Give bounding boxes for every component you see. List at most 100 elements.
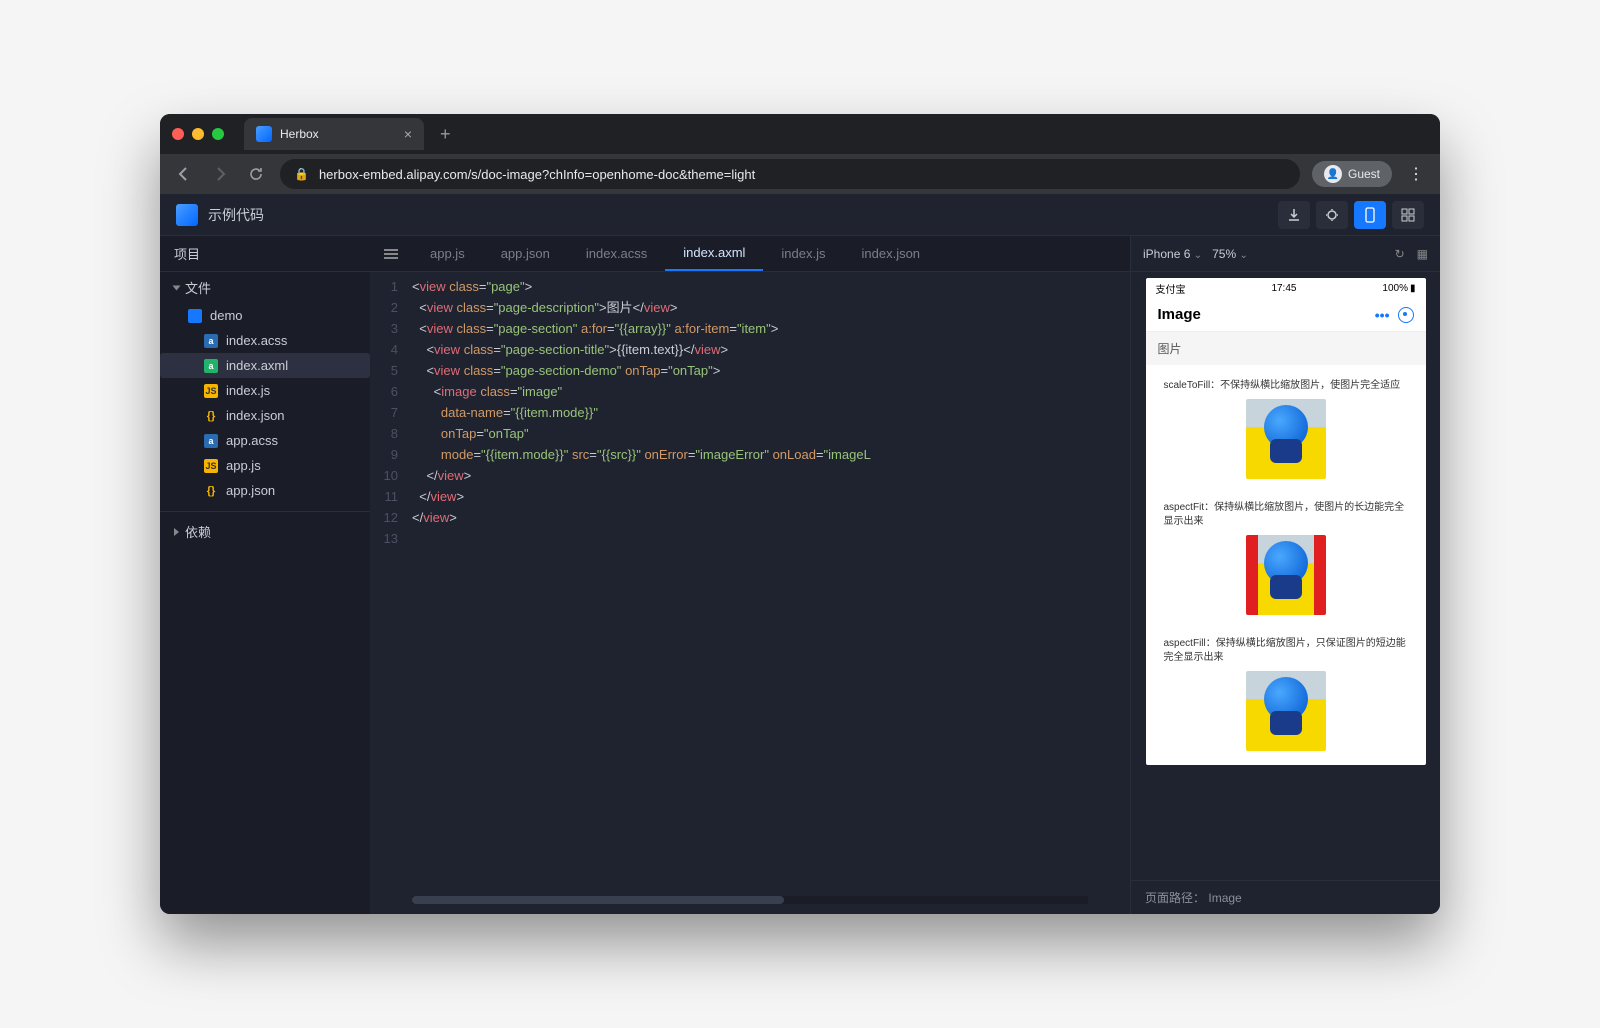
browser-toolbar: 🔒 herbox-embed.alipay.com/s/doc-image?ch… [160, 154, 1440, 194]
sample-image [1246, 399, 1326, 479]
axml-icon: a [204, 359, 218, 373]
caret-right-icon [174, 528, 179, 536]
file-name: index.js [226, 383, 270, 398]
json-icon: {} [204, 484, 218, 498]
tab-index-axml[interactable]: index.axml [665, 236, 763, 271]
battery-label: 100% [1382, 283, 1408, 294]
file-name: index.acss [226, 333, 287, 348]
file-name: index.json [226, 408, 285, 423]
phone-subtitle: 图片 [1146, 332, 1426, 365]
profile-button[interactable]: 👤 Guest [1312, 161, 1392, 187]
zoom-label: 75% [1212, 247, 1236, 261]
deps-label: 依赖 [185, 522, 211, 541]
folder-demo[interactable]: demo [160, 303, 370, 328]
qr-code-button[interactable] [1392, 201, 1424, 229]
tab-index-acss[interactable]: index.acss [568, 236, 665, 271]
caret-down-icon [173, 285, 181, 290]
js-icon: JS [204, 384, 218, 398]
time-label: 17:45 [1186, 283, 1383, 294]
js-icon: JS [204, 459, 218, 473]
files-section-toggle[interactable]: 文件 [160, 272, 370, 303]
close-tab-icon[interactable]: × [404, 126, 412, 142]
zoom-selector[interactable]: 75% ⌄ [1212, 247, 1248, 261]
window-controls [172, 128, 224, 140]
file-name: app.json [226, 483, 275, 498]
preview-toolbar: iPhone 6 ⌄ 75% ⌄ ↻ ▦ [1131, 236, 1440, 272]
theme-toggle-button[interactable] [1316, 201, 1348, 229]
code-editor[interactable]: 1<view class="page"> 2 <view class="page… [370, 272, 1130, 896]
device-selector[interactable]: iPhone 6 ⌄ [1143, 247, 1202, 261]
more-icon[interactable]: ••• [1375, 307, 1398, 323]
maximize-window-button[interactable] [212, 128, 224, 140]
main-area: 项目 文件 demo aindex.acss aindex.axml JSind… [160, 236, 1440, 914]
battery-icon: ▮ [1410, 283, 1416, 294]
preview-panel: iPhone 6 ⌄ 75% ⌄ ↻ ▦ 支付宝 17:45 100% ▮ Im… [1130, 236, 1440, 914]
footer-label: 页面路径： [1145, 891, 1205, 905]
download-button[interactable] [1278, 201, 1310, 229]
tab-index-js[interactable]: index.js [763, 236, 843, 271]
file-app-js[interactable]: JS app.js [160, 453, 370, 478]
image-card-scaletofill: scaleToFill：不保持纵横比缩放图片，使图片完全适应 [1156, 371, 1416, 487]
close-window-button[interactable] [172, 128, 184, 140]
file-name: index.axml [226, 358, 288, 373]
browser-tab[interactable]: Herbox × [244, 118, 424, 150]
refresh-preview-icon[interactable]: ↻ [1395, 247, 1405, 261]
forward-button[interactable] [208, 162, 232, 186]
file-app-acss[interactable]: a app.acss [160, 428, 370, 453]
file-index-js[interactable]: JS index.js [160, 378, 370, 403]
json-icon: {} [204, 409, 218, 423]
chevron-down-icon: ⌄ [1194, 250, 1202, 261]
file-name: app.acss [226, 433, 278, 448]
sample-image [1246, 535, 1326, 615]
deps-section-toggle[interactable]: 依赖 [160, 511, 370, 547]
chevron-down-icon: ⌄ [1239, 250, 1247, 261]
target-icon[interactable] [1398, 307, 1414, 323]
phone-title-bar: Image ••• [1146, 298, 1426, 332]
editor-menu-icon[interactable] [370, 247, 412, 261]
phone-page-title: Image [1158, 306, 1201, 323]
editor-tabs: app.js app.json index.acss index.axml in… [370, 236, 1130, 272]
file-app-json[interactable]: {} app.json [160, 478, 370, 503]
sample-image [1246, 671, 1326, 751]
acss-icon: a [204, 434, 218, 448]
editor-area: app.js app.json index.acss index.axml in… [370, 236, 1130, 914]
favicon-icon [256, 126, 272, 142]
browser-tab-strip: Herbox × + [160, 114, 1440, 154]
card-title: aspectFill：保持纵横比缩放图片，只保证图片的短边能完全显示出来 [1164, 637, 1408, 665]
horizontal-scrollbar[interactable] [370, 896, 1130, 914]
avatar-icon: 👤 [1324, 165, 1342, 183]
sidebar: 项目 文件 demo aindex.acss aindex.axml JSind… [160, 236, 370, 914]
phone-status-bar: 支付宝 17:45 100% ▮ [1146, 278, 1426, 298]
image-card-aspectfit: aspectFit：保持纵横比缩放图片，使图片的长边能完全显示出来 [1156, 493, 1416, 623]
browser-menu-button[interactable]: ⋮ [1404, 160, 1428, 188]
app-header: 示例代码 [160, 194, 1440, 236]
card-title: aspectFit：保持纵横比缩放图片，使图片的长边能完全显示出来 [1164, 501, 1408, 529]
tab-title: Herbox [280, 127, 319, 141]
browser-window: Herbox × + 🔒 herbox-embed.alipay.com/s/d… [160, 114, 1440, 914]
app-title: 示例代码 [208, 205, 264, 225]
new-tab-button[interactable]: + [432, 120, 459, 149]
mobile-view-button[interactable] [1354, 201, 1386, 229]
device-label: iPhone 6 [1143, 247, 1190, 261]
file-index-acss[interactable]: a index.acss [160, 328, 370, 353]
image-card-aspectfill: aspectFill：保持纵横比缩放图片，只保证图片的短边能完全显示出来 [1156, 629, 1416, 759]
minimize-window-button[interactable] [192, 128, 204, 140]
file-index-json[interactable]: {} index.json [160, 403, 370, 428]
back-button[interactable] [172, 162, 196, 186]
profile-label: Guest [1348, 167, 1380, 181]
files-label: 文件 [185, 278, 211, 297]
url-text: herbox-embed.alipay.com/s/doc-image?chIn… [319, 167, 755, 182]
lock-icon: 🔒 [294, 167, 309, 181]
tab-index-json[interactable]: index.json [844, 236, 939, 271]
footer-path: Image [1208, 891, 1241, 905]
acss-icon: a [204, 334, 218, 348]
phone-preview: 支付宝 17:45 100% ▮ Image ••• 图片 scaleToFil… [1146, 278, 1426, 765]
reload-button[interactable] [244, 162, 268, 186]
tab-app-js[interactable]: app.js [412, 236, 483, 271]
address-bar[interactable]: 🔒 herbox-embed.alipay.com/s/doc-image?ch… [280, 159, 1300, 189]
grid-view-icon[interactable]: ▦ [1417, 247, 1428, 261]
app-logo-icon [176, 204, 198, 226]
file-name: app.js [226, 458, 261, 473]
file-index-axml[interactable]: a index.axml [160, 353, 370, 378]
tab-app-json[interactable]: app.json [483, 236, 568, 271]
